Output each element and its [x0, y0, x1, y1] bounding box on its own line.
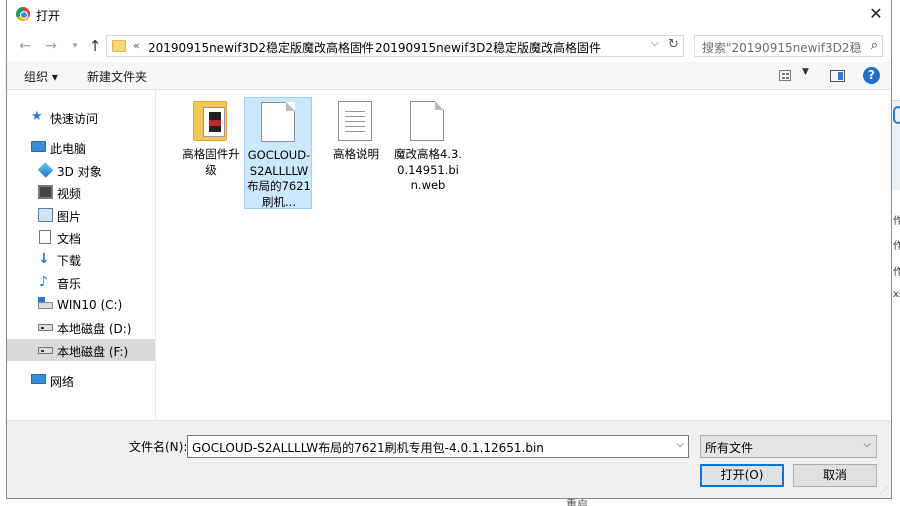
filename-input[interactable]: GOCLOUD-S2ALLLLW布局的7621刷机专用包-4.0.1.12651…: [187, 435, 689, 458]
file-list: 高格固件升级 GOCLOUD-S2ALLLLW布局的7621刷机... 高格说明…: [157, 90, 891, 420]
video-icon: [38, 185, 53, 199]
window-title: 打开: [36, 9, 61, 23]
sidebar-item-label: 3D 对象: [57, 165, 102, 179]
file-icon: [261, 102, 295, 142]
file-icon: [410, 101, 444, 141]
sidebar-item-label: 网络: [50, 375, 75, 389]
filetype-select[interactable]: 所有文件 ⌵: [700, 435, 877, 458]
filename-value: GOCLOUD-S2ALLLLW布局的7621刷机专用包-4.0.1.12651…: [192, 441, 544, 455]
sidebar-item-label: 视频: [57, 187, 82, 201]
address-bar[interactable]: « 20190915newif3D2稳定版魔改高格固件 › 20190915ne…: [106, 35, 684, 57]
up-arrow-icon[interactable]: ↑: [85, 36, 105, 56]
open-button[interactable]: 打开(O): [700, 464, 784, 487]
sidebar-item-music[interactable]: ♪ 音乐: [7, 271, 155, 293]
view-options-chevron-icon[interactable]: ▼: [802, 67, 809, 77]
sidebar-item-label: 文档: [57, 232, 82, 246]
sidebar-item-network[interactable]: 网络: [7, 369, 155, 391]
back-arrow-icon[interactable]: ←: [15, 36, 35, 56]
breadcrumb-overflow[interactable]: «: [133, 39, 140, 52]
folder-icon: [112, 40, 126, 52]
address-dropdown-chevron-icon[interactable]: ⌵: [651, 38, 659, 49]
preview-pane-icon[interactable]: [830, 70, 845, 82]
sidebar-item-downloads[interactable]: ↓ 下载: [7, 248, 155, 270]
computer-icon: [31, 141, 46, 152]
filename-label: 文件名(N):: [129, 440, 188, 454]
recent-locations-chevron-icon[interactable]: ▾: [65, 36, 85, 56]
drive-icon: [38, 324, 53, 331]
background-window: [892, 0, 900, 506]
breadcrumb-separator[interactable]: ›: [360, 39, 364, 52]
background-glyph: 作: [893, 241, 900, 252]
file-name: GOCLOUD-S2ALLLLW布局的7621刷机...: [247, 148, 311, 209]
close-button[interactable]: ✕: [861, 0, 891, 30]
sidebar-item-pictures[interactable]: 图片: [7, 204, 155, 226]
windows-drive-icon: [38, 297, 53, 309]
drive-icon: [38, 347, 53, 354]
file-item[interactable]: 魔改高格4.3.0.14951.bin.web: [394, 97, 462, 209]
navigation-pane: ★ 快速访问 此电脑 3D 对象 视频 图片 文档 ↓ 下载 ♪ 音乐 WIN1…: [7, 90, 156, 420]
file-name: 魔改高格4.3.0.14951.bin.web: [394, 147, 462, 192]
chrome-icon: [16, 7, 30, 21]
toolbar: 组织 ▾ 新建文件夹 ▼ ?: [7, 62, 891, 90]
filetype-value: 所有文件: [705, 441, 754, 455]
sidebar-item-drive-d[interactable]: 本地磁盘 (D:): [7, 316, 155, 338]
3d-objects-icon: [37, 162, 54, 178]
sidebar-item-documents[interactable]: 文档: [7, 226, 155, 248]
file-item[interactable]: 高格固件升级: [177, 97, 245, 209]
breadcrumb-item[interactable]: 20190915newif3D2稳定版魔改高格固件: [148, 39, 374, 56]
sidebar-item-this-pc[interactable]: 此电脑: [7, 136, 155, 158]
sidebar-item-videos[interactable]: 视频: [7, 181, 155, 203]
pictures-icon: [38, 208, 53, 222]
cancel-button[interactable]: 取消: [793, 464, 877, 487]
background-glyph: 作: [893, 267, 900, 278]
sidebar-item-drive-f[interactable]: 本地磁盘 (F:): [7, 339, 155, 361]
refresh-icon[interactable]: ↻: [668, 37, 679, 52]
sidebar-item-label: 快速访问: [50, 112, 99, 126]
sidebar-item-label: 本地磁盘 (F:): [57, 345, 129, 359]
file-item[interactable]: GOCLOUD-S2ALLLLW布局的7621刷机...: [244, 97, 312, 209]
sidebar-item-3d-objects[interactable]: 3D 对象: [7, 159, 155, 181]
search-icon[interactable]: ⌕: [871, 38, 878, 53]
search-input[interactable]: 搜索"20190915newif3D2稳... ⌕: [694, 35, 883, 57]
file-name: 高格说明: [333, 147, 379, 161]
download-icon: ↓: [38, 251, 50, 267]
background-glyph: xs: [893, 289, 900, 300]
search-placeholder: 搜索"20190915newif3D2稳...: [702, 41, 862, 55]
chevron-down-icon[interactable]: ⌵: [863, 439, 871, 450]
sidebar-item-label: 图片: [57, 210, 82, 224]
new-folder-button[interactable]: 新建文件夹: [87, 68, 147, 85]
background-strip: [0, 498, 900, 506]
sidebar-item-label: WIN10 (C:): [57, 298, 123, 312]
help-icon[interactable]: ?: [863, 67, 880, 84]
text-file-icon: [338, 101, 372, 141]
documents-icon: [39, 230, 51, 244]
folder-icon: [193, 101, 227, 141]
music-icon: ♪: [39, 274, 48, 290]
sidebar-item-label: 音乐: [57, 277, 82, 291]
forward-arrow-icon[interactable]: →: [41, 36, 61, 56]
organize-button[interactable]: 组织 ▾: [24, 68, 58, 85]
background-glyph: 作: [893, 216, 900, 227]
star-icon: ★: [31, 109, 43, 124]
change-view-icon[interactable]: [779, 70, 791, 81]
sidebar-item-drive-c[interactable]: WIN10 (C:): [7, 294, 155, 316]
chevron-down-icon[interactable]: ⌵: [676, 439, 684, 450]
background-refresh-icon: [893, 106, 900, 124]
sidebar-item-label: 本地磁盘 (D:): [57, 322, 132, 336]
resize-grip-icon[interactable]: ⋰: [880, 486, 888, 495]
file-name: 高格固件升级: [182, 147, 240, 177]
sidebar-item-label: 下载: [57, 254, 82, 268]
network-icon: [31, 374, 46, 384]
breadcrumb-item[interactable]: 20190915newif3D2稳定版魔改高格固件: [375, 39, 601, 56]
title-bar: 打开 ✕: [7, 0, 891, 30]
open-file-dialog: 打开 ✕ ← → ▾ ↑ « 20190915newif3D2稳定版魔改高格固件…: [6, 0, 892, 499]
file-item[interactable]: 高格说明: [322, 97, 390, 209]
dialog-footer: 文件名(N): GOCLOUD-S2ALLLLW布局的7621刷机专用包-4.0…: [7, 420, 891, 498]
sidebar-item-quick-access[interactable]: ★ 快速访问: [7, 106, 155, 128]
navigation-bar: ← → ▾ ↑ « 20190915newif3D2稳定版魔改高格固件 › 20…: [7, 30, 891, 62]
sidebar-item-label: 此电脑: [50, 142, 87, 156]
